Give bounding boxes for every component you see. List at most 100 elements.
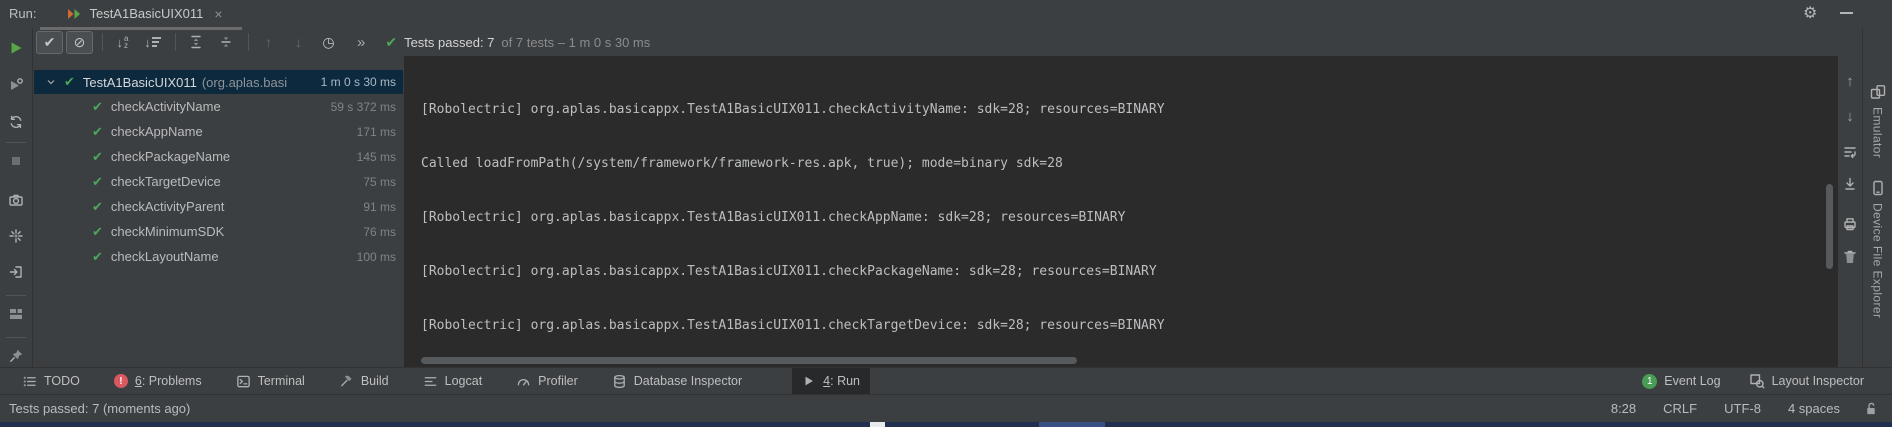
down-stacktrace-button[interactable]: ↓ [1839, 107, 1861, 126]
import-test-results-button[interactable] [4, 262, 28, 283]
tab-logcat[interactable]: Logcat [413, 368, 493, 395]
toggle-auto-test-button[interactable] [4, 111, 28, 132]
print-button[interactable] [1839, 214, 1861, 233]
cursor-position-widget[interactable]: 8:28 [1611, 401, 1636, 416]
emulator-icon [1870, 84, 1886, 100]
test-toolbar: ✔ ⊘ ↓ az ↓ [36, 29, 650, 55]
sort-alpha-icon: ↓ az [117, 35, 129, 50]
previous-occurrence-button[interactable]: ↑ [255, 31, 282, 54]
test-row[interactable]: ✔ checkPackageName 145 ms [34, 144, 403, 169]
chevron-down-icon[interactable] [45, 76, 57, 88]
tab-build[interactable]: Build [329, 368, 399, 395]
tests-passed-detail: of 7 tests – 1 m 0 s 30 ms [501, 35, 650, 50]
show-passed-button[interactable]: ✔ [36, 31, 63, 54]
history-clock-icon: ◷ [322, 34, 334, 51]
test-row[interactable]: ✔ checkMinimumSDK 76 ms [34, 219, 403, 244]
test-row[interactable]: ✔ checkActivityParent 91 ms [34, 194, 403, 219]
console-output[interactable]: [Robolectric] org.aplas.basicappx.TestA1… [404, 56, 1838, 367]
printer-icon [1842, 216, 1858, 232]
scroll-to-end-button[interactable] [1839, 174, 1861, 193]
read-only-toggle[interactable] [1863, 401, 1878, 416]
console-line: [Robolectric] org.aplas.basicappx.TestA1… [421, 314, 1838, 338]
starburst-icon [8, 228, 24, 244]
layout-inspector-button[interactable]: Layout Inspector [1739, 368, 1874, 395]
next-occurrence-button[interactable]: ↓ [285, 31, 312, 54]
restore-layout-button[interactable] [4, 304, 28, 325]
test-duration: 171 ms [357, 125, 396, 139]
tab-profiler[interactable]: Profiler [506, 368, 588, 395]
tab-database-inspector[interactable]: Database Inspector [602, 368, 752, 395]
status-message: Tests passed: 7 (moments ago) [9, 401, 190, 416]
test-duration: 76 ms [363, 225, 396, 239]
stripe-item-emulator[interactable]: Emulator [1870, 84, 1886, 158]
tab-problems[interactable]: ! 6: Problems [104, 368, 212, 395]
bottom-edge-highlight [1039, 422, 1105, 427]
test-passed-icon: ✔ [92, 149, 103, 165]
test-history-button[interactable]: ◷ [315, 31, 342, 54]
test-duration: 59 s 372 ms [331, 100, 396, 114]
screen-capture-button[interactable] [4, 189, 28, 210]
vertical-scrollbar-thumb[interactable] [1826, 184, 1833, 269]
close-tab-icon[interactable]: × [214, 6, 222, 22]
sort-by-duration-button[interactable]: ↓ [139, 31, 166, 54]
test-name: checkAppName [111, 124, 203, 139]
layout-grid-icon [8, 306, 24, 322]
logcat-icon [423, 374, 438, 389]
run-play-icon [802, 374, 816, 388]
show-ignored-button[interactable]: ⊘ [66, 31, 93, 54]
toolbar-separator [6, 142, 26, 143]
test-passed-icon: ✔ [92, 249, 103, 265]
window-bottom-edge [0, 422, 1892, 427]
clear-all-button[interactable] [1839, 247, 1861, 266]
pin-icon [8, 348, 24, 364]
stripe-item-device-file-explorer[interactable]: Device File Explorer [1870, 180, 1886, 318]
pin-tab-button[interactable] [4, 346, 28, 367]
test-passed-icon: ✔ [92, 224, 103, 240]
down-arrow-icon: ↓ [1846, 108, 1854, 125]
collapse-all-button[interactable] [212, 31, 239, 54]
stop-button[interactable] [4, 150, 28, 171]
tests-passed-count: Tests passed: 7 [404, 35, 494, 50]
rerun-button[interactable] [4, 37, 28, 58]
up-stacktrace-button[interactable]: ↑ [1839, 72, 1861, 91]
test-name: checkMinimumSDK [111, 224, 224, 239]
test-name: checkActivityName [111, 99, 221, 114]
soft-wrap-button[interactable] [1839, 142, 1861, 161]
test-row[interactable]: ✔ checkAppName 171 ms [34, 119, 403, 144]
tab-terminal[interactable]: Terminal [226, 368, 315, 395]
run-config-tab[interactable]: TestA1BasicUIX011 × [57, 0, 231, 27]
toolbar-separator [248, 33, 249, 51]
trash-icon [1842, 249, 1858, 265]
test-passed-icon: ✔ [92, 99, 103, 115]
console-line: [Robolectric] org.aplas.basicappx.TestA1… [421, 206, 1838, 230]
tab-todo[interactable]: TODO [12, 368, 90, 395]
tab-run[interactable]: 4: Run [792, 368, 870, 395]
right-tool-window-stripe: Emulator Device File Explorer [1862, 28, 1892, 367]
horizontal-scrollbar-thumb[interactable] [421, 357, 1077, 364]
toolbar-separator [175, 33, 176, 51]
test-tree-root-row[interactable]: ✔ TestA1BasicUIX011 (org.aplas.basi 1 m … [34, 70, 403, 94]
expand-all-button[interactable] [182, 31, 209, 54]
test-passed-icon: ✔ [92, 199, 103, 215]
toolbar-overflow-chevron-icon[interactable]: » [357, 34, 365, 51]
run-tool-window: Run: TestA1BasicUIX011 × ⚙ ✔ ⊘ ↓ az [0, 0, 1892, 427]
up-arrow-icon: ↑ [1846, 73, 1854, 90]
run-play-icon [8, 40, 24, 56]
line-separator-widget[interactable]: CRLF [1663, 401, 1697, 416]
profiler-gauge-icon [516, 374, 531, 389]
check-icon: ✔ [44, 34, 56, 51]
indent-widget[interactable]: 4 spaces [1788, 401, 1840, 416]
rerun-failed-tests-button[interactable] [4, 74, 28, 95]
screen-record-button[interactable] [4, 226, 28, 247]
settings-gear-icon[interactable]: ⚙ [1803, 3, 1817, 23]
test-row[interactable]: ✔ checkActivityName 59 s 372 ms [34, 94, 403, 119]
hide-tool-window-icon[interactable] [1840, 12, 1853, 14]
test-name: checkActivityParent [111, 199, 224, 214]
test-row[interactable]: ✔ checkLayoutName 100 ms [34, 244, 403, 269]
encoding-widget[interactable]: UTF-8 [1724, 401, 1761, 416]
camera-icon [8, 192, 24, 208]
test-name: checkTargetDevice [111, 174, 221, 189]
event-log-button[interactable]: 1 Event Log [1632, 368, 1730, 395]
sort-alphabetically-button[interactable]: ↓ az [109, 31, 136, 54]
test-row[interactable]: ✔ checkTargetDevice 75 ms [34, 169, 403, 194]
